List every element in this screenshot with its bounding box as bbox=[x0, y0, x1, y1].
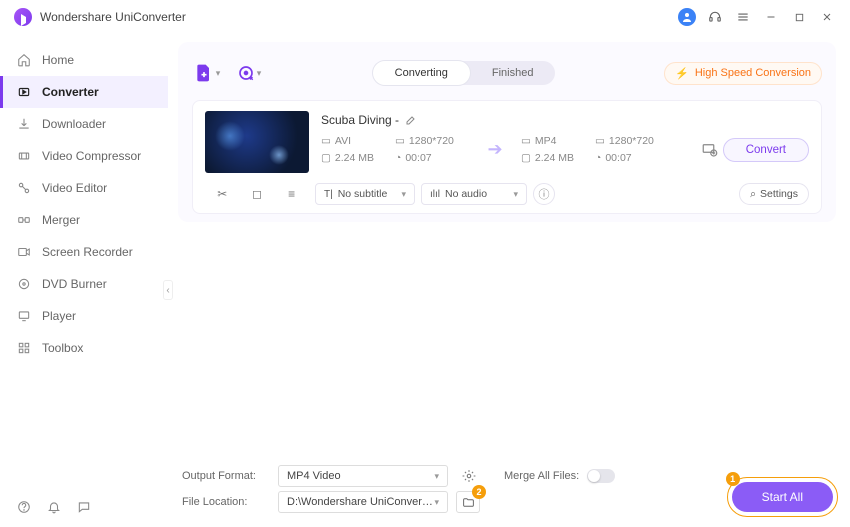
sidebar-item-compressor[interactable]: Video Compressor bbox=[0, 140, 168, 172]
add-disc-button[interactable]: ▾ bbox=[234, 60, 264, 86]
editor-icon bbox=[16, 180, 32, 196]
sidebar-item-label: DVD Burner bbox=[42, 277, 107, 291]
file-icon: ▭ bbox=[321, 135, 331, 147]
subtitle-select[interactable]: T|No subtitle▾ bbox=[315, 183, 415, 205]
menu-icon[interactable] bbox=[734, 8, 752, 26]
sidebar-item-converter[interactable]: Converter bbox=[0, 76, 168, 108]
info-icon[interactable]: ⓘ bbox=[533, 183, 555, 205]
dst-dur: 00:07 bbox=[605, 152, 631, 164]
format-settings-icon[interactable] bbox=[697, 137, 723, 163]
player-icon bbox=[16, 308, 32, 324]
resolution-icon: ▭ bbox=[595, 135, 605, 147]
help-icon[interactable] bbox=[16, 499, 32, 515]
open-folder-button[interactable]: 2 bbox=[456, 491, 480, 513]
tab-converting[interactable]: Converting bbox=[373, 61, 470, 85]
minimize-icon[interactable] bbox=[762, 8, 780, 26]
titlebar: Wondershare UniConverter bbox=[0, 0, 850, 34]
recorder-icon bbox=[16, 244, 32, 260]
download-icon bbox=[16, 116, 32, 132]
app-title: Wondershare UniConverter bbox=[40, 10, 186, 24]
search-icon: ⌕ bbox=[750, 188, 756, 201]
convert-button[interactable]: Convert bbox=[723, 138, 809, 162]
format-gear-icon[interactable] bbox=[456, 466, 482, 486]
dst-size: 2.24 MB bbox=[535, 152, 574, 164]
merger-icon bbox=[16, 212, 32, 228]
file-item: Scuba Diving - ▭ AVI ▢ 2.24 MB ▭ 1280*720 ◔… bbox=[192, 100, 822, 214]
sidebar: Home Converter Downloader Video Compress… bbox=[0, 34, 168, 527]
settings-button[interactable]: ⌕Settings bbox=[739, 183, 809, 205]
sidebar-item-label: Video Compressor bbox=[42, 149, 141, 163]
file-location-select[interactable]: D:\Wondershare UniConverter▾ bbox=[278, 491, 448, 513]
src-size: 2.24 MB bbox=[335, 152, 374, 164]
sidebar-item-recorder[interactable]: Screen Recorder bbox=[0, 236, 168, 268]
clock-icon: ◔ bbox=[395, 152, 401, 164]
dst-res: 1280*720 bbox=[609, 135, 654, 147]
file-name: Scuba Diving - bbox=[321, 113, 399, 127]
video-thumbnail[interactable] bbox=[205, 111, 309, 173]
resolution-icon: ▭ bbox=[395, 135, 405, 147]
toolbar: ▾ ▾ Converting Finished ⚡High Speed Conv… bbox=[192, 54, 822, 92]
file-location-label: File Location: bbox=[182, 496, 270, 508]
crop-icon[interactable]: ◻ bbox=[244, 184, 270, 204]
sidebar-item-label: Converter bbox=[42, 85, 99, 99]
start-all-highlight: 1 Start All bbox=[727, 477, 838, 517]
close-icon[interactable] bbox=[818, 8, 836, 26]
sidebar-item-label: Home bbox=[42, 53, 74, 67]
audio-select[interactable]: ılılNo audio▾ bbox=[421, 183, 527, 205]
sidebar-item-label: Downloader bbox=[42, 117, 106, 131]
src-format: AVI bbox=[335, 135, 351, 147]
sidebar-item-label: Screen Recorder bbox=[42, 245, 133, 259]
start-all-button[interactable]: Start All bbox=[732, 482, 833, 512]
sidebar-item-editor[interactable]: Video Editor bbox=[0, 172, 168, 204]
sidebar-item-home[interactable]: Home bbox=[0, 44, 168, 76]
app-logo-icon bbox=[14, 8, 32, 26]
file-icon: ▭ bbox=[521, 135, 531, 147]
sidebar-item-label: Player bbox=[42, 309, 76, 323]
dst-format: MP4 bbox=[535, 135, 557, 147]
merge-label: Merge All Files: bbox=[504, 470, 579, 482]
add-file-button[interactable]: ▾ bbox=[192, 60, 222, 86]
output-format-label: Output Format: bbox=[182, 470, 270, 482]
bell-icon[interactable] bbox=[46, 499, 62, 515]
maximize-icon[interactable] bbox=[790, 8, 808, 26]
folder-icon: ▢ bbox=[321, 152, 331, 164]
sidebar-item-player[interactable]: Player bbox=[0, 300, 168, 332]
arrow-icon: ➔ bbox=[475, 139, 515, 160]
effect-icon[interactable]: ≡ bbox=[279, 184, 305, 204]
output-format-select[interactable]: MP4 Video▾ bbox=[278, 465, 448, 487]
sidebar-item-label: Merger bbox=[42, 213, 80, 227]
sidebar-item-merger[interactable]: Merger bbox=[0, 204, 168, 236]
tab-finished[interactable]: Finished bbox=[470, 61, 556, 85]
folder-icon: ▢ bbox=[521, 152, 531, 164]
home-icon bbox=[16, 52, 32, 68]
toolbox-icon bbox=[16, 340, 32, 356]
dvd-icon bbox=[16, 276, 32, 292]
callout-1: 1 bbox=[726, 472, 740, 486]
feedback-icon[interactable] bbox=[76, 499, 92, 515]
high-speed-button[interactable]: ⚡High Speed Conversion bbox=[664, 62, 822, 85]
merge-toggle[interactable] bbox=[587, 469, 615, 483]
sidebar-item-label: Video Editor bbox=[42, 181, 107, 195]
edit-name-icon[interactable] bbox=[405, 114, 417, 126]
sidebar-item-toolbox[interactable]: Toolbox bbox=[0, 332, 168, 364]
src-dur: 00:07 bbox=[405, 152, 431, 164]
sidebar-item-label: Toolbox bbox=[42, 341, 83, 355]
compressor-icon bbox=[16, 148, 32, 164]
user-icon[interactable] bbox=[678, 8, 696, 26]
headset-icon[interactable] bbox=[706, 8, 724, 26]
converter-icon bbox=[16, 84, 32, 100]
callout-2: 2 bbox=[472, 485, 486, 499]
sidebar-item-downloader[interactable]: Downloader bbox=[0, 108, 168, 140]
sidebar-item-dvd[interactable]: DVD Burner bbox=[0, 268, 168, 300]
cut-icon[interactable]: ✂ bbox=[209, 184, 235, 204]
bolt-icon: ⚡ bbox=[675, 67, 689, 80]
clock-icon: ◔ bbox=[595, 152, 601, 164]
src-res: 1280*720 bbox=[409, 135, 454, 147]
